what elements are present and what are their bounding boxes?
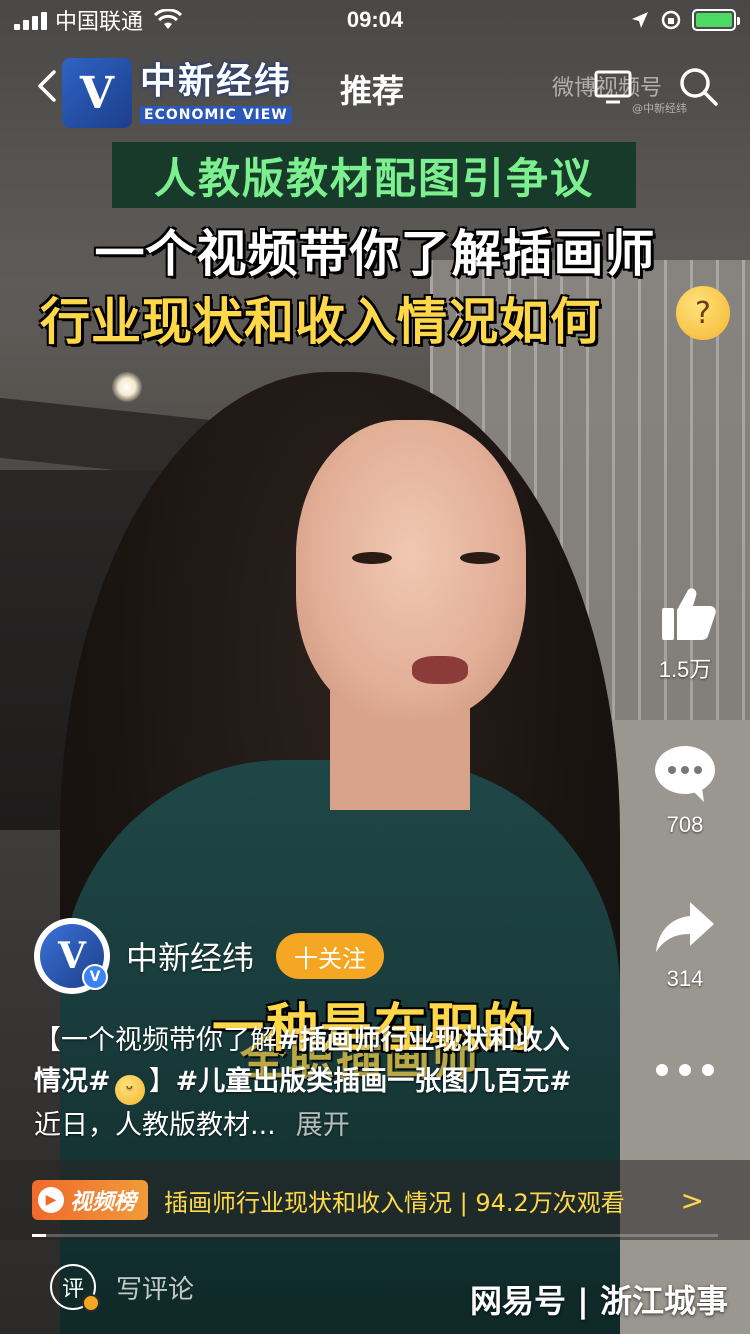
follow-button[interactable]: 十关注 (276, 933, 385, 979)
video-person-eye (460, 552, 500, 564)
video-progress-bar[interactable] (32, 1234, 718, 1237)
thinking-emoji-icon: ? (676, 286, 730, 340)
smile-emoji-icon: ᵕ (114, 1075, 145, 1105)
video-progress-fill (32, 1234, 46, 1237)
status-time: 09:04 (346, 7, 404, 32)
comment-compose-icon[interactable]: 评 (50, 1264, 100, 1312)
status-bar: 中国联通 09:04 (0, 0, 750, 40)
share-icon (656, 902, 714, 952)
ranking-text: 插画师行业现状和收入情况 | 94.2万次观看 (164, 1188, 625, 1217)
video-person-face (296, 420, 526, 720)
verified-badge-icon: V (82, 964, 108, 990)
chevron-right-icon: > (680, 1184, 704, 1217)
share-button[interactable]: 314 (640, 894, 730, 992)
comment-button[interactable]: 708 (640, 740, 730, 838)
channel-logo[interactable]: V 中新经纬 ECONOMIC VIEW (62, 58, 322, 128)
top-nav: V 中新经纬 ECONOMIC VIEW 推荐 微博视频号 @中新经纬 (0, 56, 750, 128)
like-count: 1.5万 (658, 657, 712, 682)
comment-count: 708 (666, 812, 704, 837)
back-icon[interactable] (30, 66, 66, 106)
desc-hashtag[interactable]: #儿童出版类插画一张图几百元# (176, 1066, 572, 1097)
video-caption-line2: 一个视频带你了解插画师 (94, 225, 656, 283)
comment-icon-text: 评 (61, 1277, 84, 1302)
author-name[interactable]: 中新经纬 (126, 933, 254, 979)
play-icon: ▶ (38, 1187, 64, 1213)
comment-badge-dot (82, 1294, 100, 1312)
like-button[interactable]: 1.5万 (640, 580, 730, 684)
video-caption-line1: 人教版教材配图引争议 (112, 142, 636, 208)
ranking-badge: ▶ 视频榜 (32, 1180, 149, 1220)
follow-label: 十关注 (294, 944, 367, 973)
search-icon[interactable] (676, 64, 720, 108)
ranking-badge-label: 视频榜 (70, 1190, 137, 1215)
battery-icon (691, 9, 740, 31)
comment-icon (655, 746, 715, 802)
share-count: 314 (666, 966, 704, 991)
video-person-eye (352, 552, 392, 564)
video-description[interactable]: 【一个视频带你了解#插画师行业现状和收入情况# ᵕ 】#儿童出版类插画一张图几百元#… (34, 1020, 594, 1146)
more-icon[interactable] (650, 1060, 720, 1080)
tab-recommend[interactable]: 推荐 (340, 66, 404, 112)
video-ceiling-light (112, 372, 142, 402)
comment-input[interactable]: 写评论 (116, 1269, 194, 1306)
video-person-mouth (412, 656, 468, 684)
desc-text: 【一个视频带你了解 (34, 1025, 277, 1056)
desc-text: 】 (148, 1066, 176, 1097)
expand-link[interactable]: 展开 (296, 1110, 350, 1141)
brand-watermark: 网易号 | 浙江城事 (470, 1282, 728, 1320)
video-caption-line3: 行业现状和收入情况如何 (40, 293, 601, 351)
cast-icon[interactable] (592, 64, 636, 108)
logo-mark: V (62, 58, 132, 128)
ranking-bar[interactable]: ▶ 视频榜 插画师行业现状和收入情况 | 94.2万次观看 > (0, 1160, 750, 1240)
logo-cn-text: 中新经纬 (140, 61, 293, 102)
thumbs-up-icon (662, 588, 716, 640)
logo-en-text: ECONOMIC VIEW (140, 106, 293, 124)
desc-text: 近日，人教版教材... (34, 1110, 276, 1141)
